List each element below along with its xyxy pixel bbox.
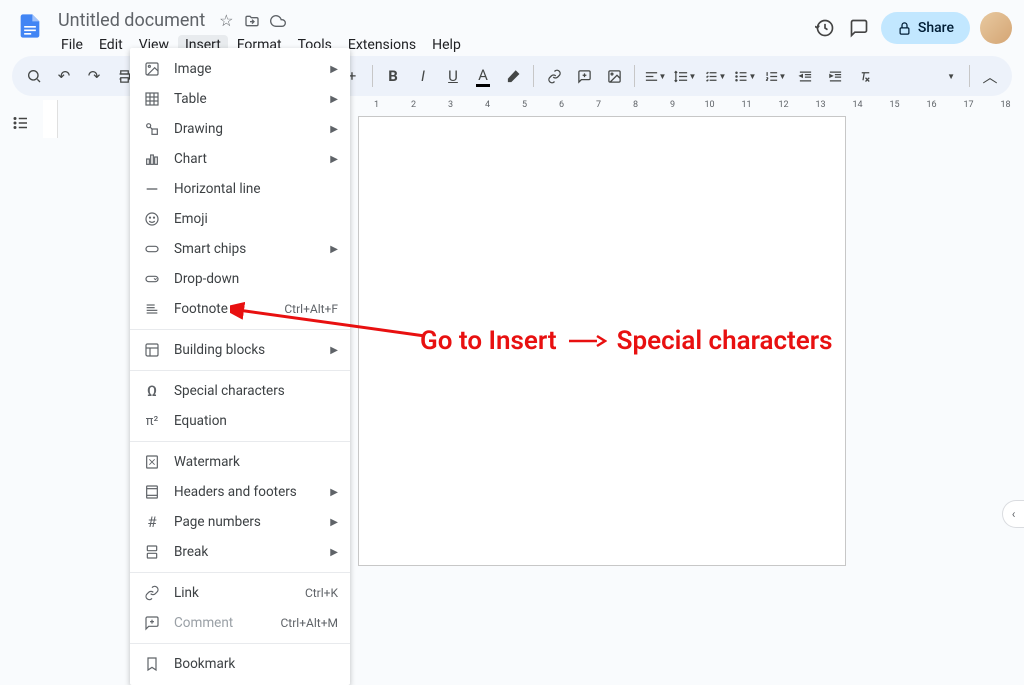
editing-mode-icon[interactable]: ▼ — [935, 62, 963, 90]
star-icon[interactable]: ☆ — [217, 12, 235, 30]
cloud-status-icon[interactable] — [269, 12, 287, 30]
menu-item-drawing[interactable]: Drawing▶ — [130, 114, 350, 144]
chevron-right-icon: ▶ — [330, 487, 338, 498]
share-label: Share — [918, 20, 954, 36]
annotation-arrow — [230, 302, 430, 342]
avatar[interactable] — [980, 12, 1012, 44]
menu-item-comment: CommentCtrl+Alt+M — [130, 608, 350, 638]
menu-item-drop-down[interactable]: Drop-down — [130, 264, 350, 294]
omega-icon: Ω — [142, 381, 162, 401]
chevron-right-icon: ▶ — [330, 154, 338, 165]
menu-item-horizontal-line[interactable]: Horizontal line — [130, 174, 350, 204]
drawing-icon — [142, 119, 162, 139]
chips-icon — [142, 239, 162, 259]
indent-increase-icon[interactable] — [821, 62, 849, 90]
chevron-right-icon: ▶ — [330, 345, 338, 356]
menu-item-page-numbers[interactable]: #Page numbers▶ — [130, 507, 350, 537]
menu-item-watermark[interactable]: Watermark — [130, 447, 350, 477]
menu-item-special-characters[interactable]: ΩSpecial characters — [130, 376, 350, 406]
bookmark-icon — [142, 654, 162, 674]
show-side-panel-icon[interactable]: ‹ — [1002, 500, 1024, 528]
chevron-right-icon: ▶ — [330, 124, 338, 135]
menu-item-smart-chips[interactable]: Smart chips▶ — [130, 234, 350, 264]
bold-icon[interactable]: B — [379, 62, 407, 90]
line-spacing-icon[interactable]: ▼ — [671, 62, 699, 90]
document-title[interactable]: Untitled document — [54, 8, 209, 33]
collapse-icon[interactable]: ︿ — [976, 62, 1004, 90]
menu-file[interactable]: File — [54, 35, 90, 55]
redo-icon[interactable]: ↷ — [80, 62, 108, 90]
headers-icon — [142, 482, 162, 502]
annotation-text: Go to Insert Special characters — [420, 326, 832, 356]
indent-decrease-icon[interactable] — [791, 62, 819, 90]
chart-icon — [142, 149, 162, 169]
menu-item-image[interactable]: Image▶ — [130, 54, 350, 84]
menu-item-break[interactable]: Break▶ — [130, 537, 350, 567]
table-icon — [142, 89, 162, 109]
footnote-icon — [142, 299, 162, 319]
link-icon — [142, 583, 162, 603]
text-color-icon[interactable]: A — [469, 62, 497, 90]
insert-link-icon[interactable] — [540, 62, 568, 90]
menu-item-bookmark[interactable]: Bookmark — [130, 649, 350, 679]
menu-item-chart[interactable]: Chart▶ — [130, 144, 350, 174]
bulleted-list-icon[interactable]: ▼ — [731, 62, 759, 90]
undo-icon[interactable]: ↶ — [50, 62, 78, 90]
chevron-right-icon: ▶ — [330, 244, 338, 255]
comments-icon[interactable] — [847, 16, 871, 40]
highlight-icon[interactable] — [499, 62, 527, 90]
add-comment-icon[interactable] — [570, 62, 598, 90]
clear-format-icon[interactable] — [851, 62, 879, 90]
italic-icon[interactable]: I — [409, 62, 437, 90]
docs-logo[interactable] — [12, 8, 48, 44]
insert-menu-dropdown: Image▶Table▶Drawing▶Chart▶Horizontal lin… — [130, 48, 350, 685]
watermark-icon — [142, 452, 162, 472]
numbered-list-icon[interactable]: ▼ — [761, 62, 789, 90]
menu-item-headers-and-footers[interactable]: Headers and footers▶ — [130, 477, 350, 507]
menu-item-table[interactable]: Table▶ — [130, 84, 350, 114]
comment-icon — [142, 613, 162, 633]
menu-item-link[interactable]: LinkCtrl+K — [130, 578, 350, 608]
move-icon[interactable] — [243, 12, 261, 30]
break-icon — [142, 542, 162, 562]
align-icon[interactable]: ▼ — [641, 62, 669, 90]
menu-item-emoji[interactable]: Emoji — [130, 204, 350, 234]
history-icon[interactable] — [813, 16, 837, 40]
underline-icon[interactable]: U — [439, 62, 467, 90]
chevron-right-icon: ▶ — [330, 517, 338, 528]
blocks-icon — [142, 340, 162, 360]
dropdown-icon — [142, 269, 162, 289]
emoji-icon — [142, 209, 162, 229]
menu-edit[interactable]: Edit — [92, 35, 130, 55]
chevron-right-icon: ▶ — [330, 94, 338, 105]
menu-item-equation[interactable]: π²Equation — [130, 406, 350, 436]
image-icon — [142, 59, 162, 79]
share-button[interactable]: Share — [881, 12, 970, 44]
vertical-ruler — [43, 100, 58, 138]
checklist-icon[interactable]: ▼ — [701, 62, 729, 90]
insert-image-icon[interactable] — [600, 62, 628, 90]
outline-icon[interactable] — [6, 108, 36, 138]
chevron-right-icon: ▶ — [330, 547, 338, 558]
chevron-right-icon: ▶ — [330, 64, 338, 75]
hline-icon — [142, 179, 162, 199]
search-icon[interactable] — [20, 62, 48, 90]
menu-help[interactable]: Help — [425, 35, 468, 55]
menu-extensions[interactable]: Extensions — [341, 35, 423, 55]
pagenum-icon: # — [142, 512, 162, 532]
equation-icon: π² — [142, 411, 162, 431]
